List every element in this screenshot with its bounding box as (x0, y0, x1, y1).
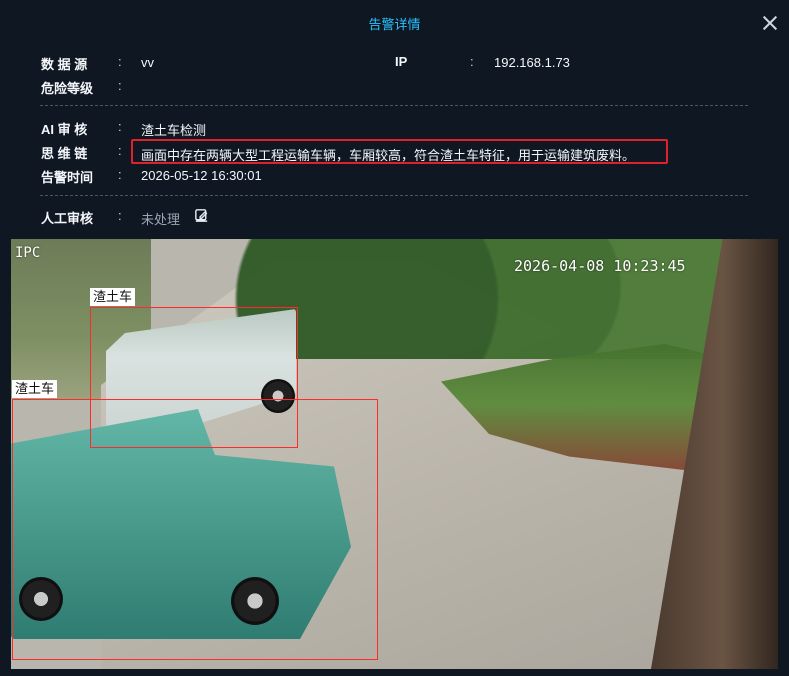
detection-label-2: 渣土车 (12, 380, 58, 398)
manual-review-colon: : (118, 208, 122, 223)
reasoning-colon: : (118, 143, 122, 158)
manual-review-label: 人工审核 (41, 211, 94, 226)
ip-colon: : (470, 54, 474, 69)
ip-label: IP (395, 54, 408, 69)
camera-timestamp: 2026-04-08 10:23:45 (514, 257, 686, 275)
risk-level-label: 危险等级 (41, 81, 94, 96)
alarm-time-label: 告警时间 (41, 170, 94, 185)
alarm-time-value: 2026-05-12 16:30:01 (141, 168, 262, 183)
data-source-value: vv (141, 55, 154, 70)
ai-review-colon: : (118, 119, 122, 134)
alarm-time-colon: : (118, 167, 122, 182)
camera-channel-label: IPC (15, 245, 41, 261)
manual-review-value: 未处理 (141, 212, 181, 227)
close-icon[interactable] (761, 14, 779, 32)
divider-top (40, 105, 748, 106)
reasoning-value: 画面中存在两辆大型工程运输车辆，车厢较高，符合渣土车特征，用于运输建筑废料。 (141, 148, 636, 163)
detection-label-1: 渣土车 (90, 288, 136, 306)
camera-snapshot: IPC 2026-04-08 10:23:45 渣土车 渣土车 (11, 239, 778, 669)
divider-bottom (40, 195, 748, 196)
ip-value: 192.168.1.73 (494, 55, 570, 70)
detection-box-2 (12, 399, 378, 660)
risk-level-colon: : (118, 78, 122, 93)
dialog-title: 告警详情 (368, 17, 421, 32)
reasoning-label: 思 维 链 (41, 146, 88, 161)
ai-review-label: AI 审 核 (41, 122, 88, 137)
data-source-colon: : (118, 54, 122, 69)
edit-icon[interactable] (193, 207, 210, 224)
data-source-label: 数 据 源 (41, 57, 88, 72)
ai-review-value: 渣土车检测 (141, 123, 207, 138)
